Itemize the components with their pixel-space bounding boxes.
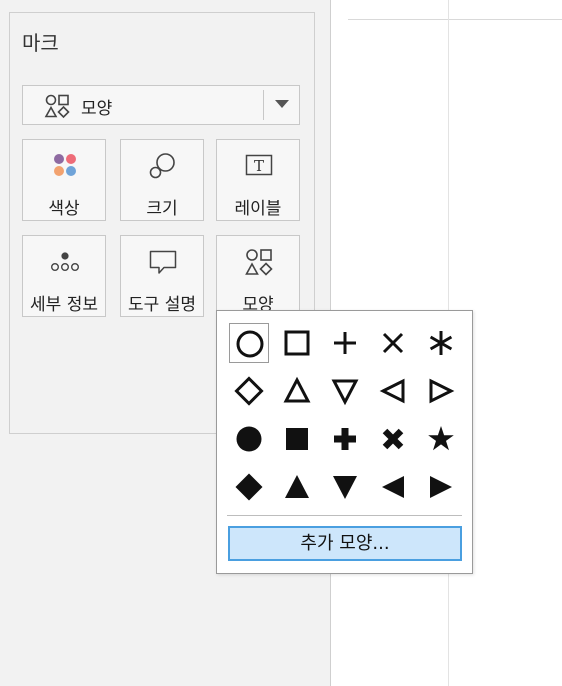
- shape-option-filled-triangle-down[interactable]: [325, 467, 365, 507]
- cross-icon: [382, 332, 404, 354]
- label-icon: T: [245, 154, 273, 176]
- tooltip-button[interactable]: 도구 설명: [120, 235, 204, 317]
- shape-option-filled-diamond[interactable]: [229, 467, 269, 507]
- mark-type-label: 모양: [81, 99, 113, 119]
- open-diamond-icon: [234, 376, 264, 406]
- popup-separator: [227, 515, 462, 516]
- dropdown-divider: [263, 90, 264, 120]
- filled-diamond-icon: [235, 473, 263, 501]
- filled-triangle-left-icon: [382, 476, 404, 498]
- shape-option-open-triangle-right[interactable]: [421, 371, 461, 411]
- asterisk-icon: [429, 331, 453, 355]
- open-square-icon: [284, 330, 310, 356]
- shape-option-filled-circle[interactable]: [229, 419, 269, 459]
- shape-option-filled-triangle-right[interactable]: [421, 467, 461, 507]
- shape-option-filled-star[interactable]: [421, 419, 461, 459]
- size-button[interactable]: 크기: [120, 139, 204, 221]
- color-button[interactable]: 색상: [22, 139, 106, 221]
- open-triangle-left-icon: [379, 378, 405, 404]
- tooltip-icon: [149, 250, 177, 274]
- shape-option-open-triangle-left[interactable]: [373, 371, 413, 411]
- open-triangle-right-icon: [429, 378, 455, 404]
- size-icon: [149, 153, 175, 179]
- shape-option-filled-cross[interactable]: [373, 419, 413, 459]
- size-button-label: 크기: [146, 199, 178, 219]
- color-icon: [54, 154, 76, 176]
- filled-circle-icon: [236, 426, 262, 452]
- filled-triangle-down-icon: [333, 476, 357, 499]
- shape-option-plus[interactable]: [325, 323, 365, 363]
- open-triangle-up-icon: [283, 376, 311, 403]
- filled-square-icon: [286, 428, 308, 450]
- label-icon-letter: T: [254, 157, 264, 175]
- shape-option-open-square[interactable]: [277, 323, 317, 363]
- gridline-horizontal: [348, 19, 562, 20]
- color-button-label: 색상: [48, 199, 80, 219]
- shape-option-open-diamond[interactable]: [229, 371, 269, 411]
- tooltip-button-label: 도구 설명: [128, 295, 196, 315]
- filled-triangle-up-icon: [285, 475, 309, 498]
- shape-option-open-triangle-up[interactable]: [277, 371, 317, 411]
- shape-option-filled-plus[interactable]: [325, 419, 365, 459]
- mark-type-dropdown[interactable]: 모양: [22, 85, 300, 125]
- open-circle-icon: [236, 330, 264, 358]
- shape-option-asterisk[interactable]: [421, 323, 461, 363]
- marks-card-title: 마크: [22, 31, 59, 55]
- shape-option-filled-square[interactable]: [277, 419, 317, 459]
- plus-icon: [334, 332, 356, 354]
- shape-option-open-circle[interactable]: [229, 323, 269, 363]
- shapes-icon: [44, 94, 70, 119]
- detail-icon: [51, 252, 80, 272]
- shape-grid: [225, 319, 465, 511]
- shape-button[interactable]: 모양: [216, 235, 300, 317]
- chevron-down-icon[interactable]: [275, 100, 289, 108]
- detail-button-label: 세부 정보: [30, 295, 98, 315]
- shape-option-cross[interactable]: [373, 323, 413, 363]
- more-shapes-button[interactable]: 추가 모양...: [228, 526, 462, 561]
- shapes-icon: [245, 249, 273, 276]
- detail-button[interactable]: 세부 정보: [22, 235, 106, 317]
- label-button[interactable]: T 레이블: [216, 139, 300, 221]
- shape-option-open-triangle-down[interactable]: [325, 371, 365, 411]
- filled-plus-icon: [334, 428, 356, 450]
- open-triangle-down-icon: [331, 379, 359, 406]
- filled-triangle-right-icon: [430, 476, 452, 498]
- shape-option-filled-triangle-up[interactable]: [277, 467, 317, 507]
- filled-star-icon: [428, 426, 454, 451]
- filled-cross-icon: [382, 428, 404, 450]
- label-button-label: 레이블: [234, 199, 282, 219]
- shape-picker-popup: 추가 모양...: [216, 310, 473, 574]
- shape-option-filled-triangle-left[interactable]: [373, 467, 413, 507]
